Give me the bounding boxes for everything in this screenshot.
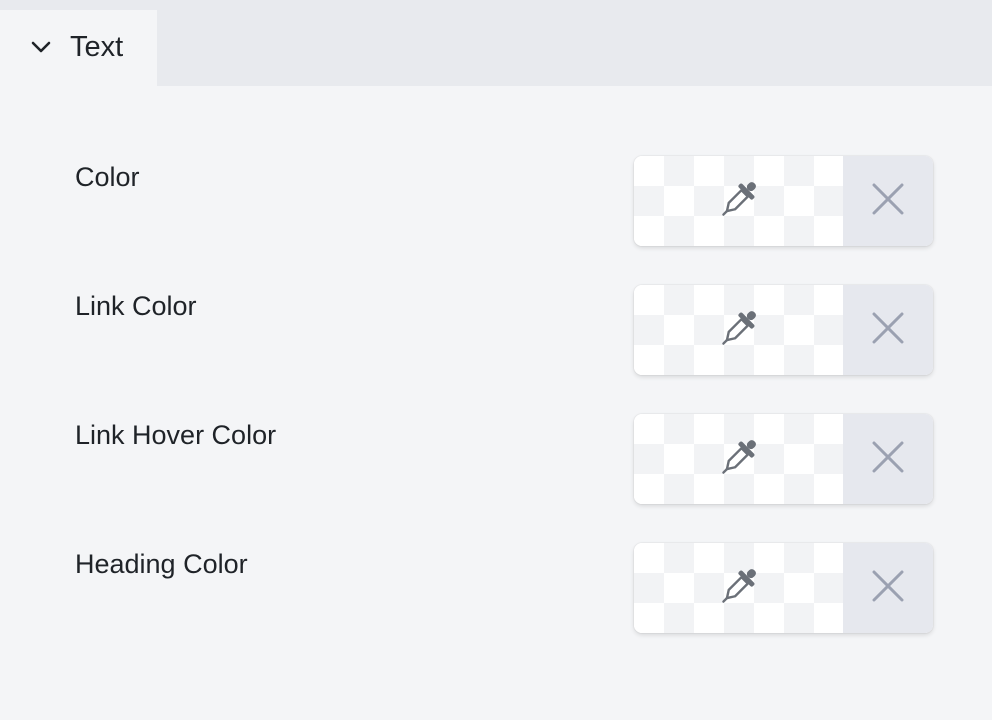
eyedropper-icon bbox=[716, 305, 762, 356]
eyedropper-icon bbox=[716, 176, 762, 227]
setting-label: Link Color bbox=[75, 291, 197, 321]
clear-color-button[interactable] bbox=[843, 543, 933, 633]
color-swatch-button[interactable] bbox=[634, 543, 843, 633]
clear-color-button[interactable] bbox=[843, 156, 933, 246]
eyedropper-icon bbox=[716, 434, 762, 485]
color-picker bbox=[634, 156, 933, 246]
color-picker bbox=[634, 414, 933, 504]
panel-header: Text bbox=[0, 0, 992, 88]
color-swatch-button[interactable] bbox=[634, 414, 843, 504]
close-icon bbox=[871, 182, 905, 221]
close-icon bbox=[871, 569, 905, 608]
color-picker bbox=[634, 285, 933, 375]
setting-label: Heading Color bbox=[75, 549, 248, 579]
clear-color-button[interactable] bbox=[843, 285, 933, 375]
close-icon bbox=[871, 311, 905, 350]
clear-color-button[interactable] bbox=[843, 414, 933, 504]
chevron-down-icon[interactable] bbox=[30, 36, 52, 58]
setting-label: Color bbox=[75, 162, 140, 192]
color-swatch-button[interactable] bbox=[634, 156, 843, 246]
setting-label: Link Hover Color bbox=[75, 420, 277, 450]
close-icon bbox=[871, 440, 905, 479]
setting-row-color: Color bbox=[0, 156, 992, 246]
eyedropper-icon bbox=[716, 563, 762, 614]
color-swatch-button[interactable] bbox=[634, 285, 843, 375]
color-picker bbox=[634, 543, 933, 633]
setting-row-link-color: Link Color bbox=[0, 285, 992, 375]
tab-text[interactable]: Text bbox=[0, 10, 157, 88]
setting-row-heading-color: Heading Color bbox=[0, 543, 992, 633]
setting-row-link-hover-color: Link Hover Color bbox=[0, 414, 992, 504]
tab-label: Text bbox=[70, 30, 124, 63]
